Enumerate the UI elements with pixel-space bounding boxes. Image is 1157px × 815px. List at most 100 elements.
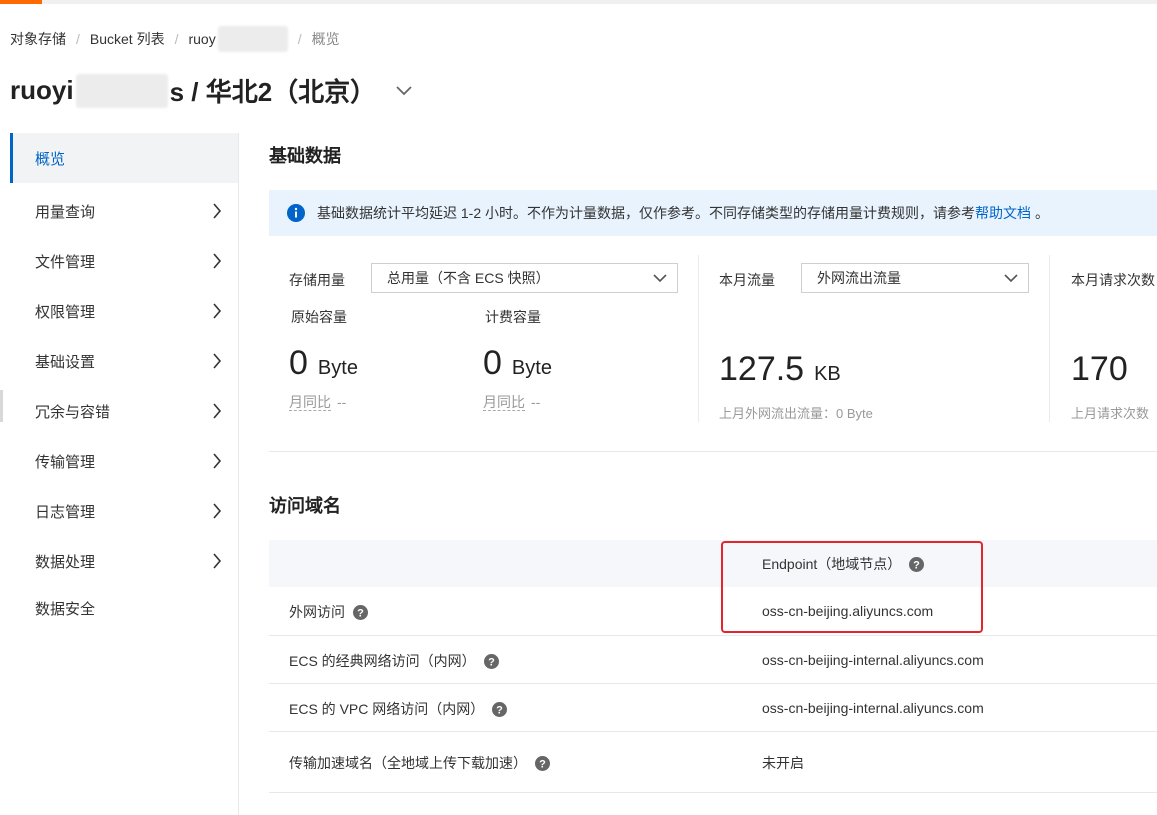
stat-divider [1049,255,1050,422]
highlight-annotation [721,541,983,633]
row-endpoint: 未开启 [762,755,804,771]
breadcrumb: 对象存储 / Bucket 列表 / ruoy / 概览 [10,26,340,52]
storage-usage-label: 存储用量 [289,272,345,288]
top-stripe [0,0,1157,4]
table-row: 传输加速域名（全地域上传下载加速） ? 未开启 [269,732,1157,793]
sidebar-divider [238,133,239,815]
help-icon[interactable]: ? [535,755,550,771]
last-month-requests: 上月请求次数 [1071,406,1150,421]
mom-value: -- [531,394,541,410]
monthly-traffic-label: 本月流量 [719,272,775,288]
table-header: Endpoint（地域节点） ? [269,540,1157,587]
breadcrumb-bucket[interactable]: ruoy [188,31,215,47]
info-icon [287,204,305,222]
redacted-bucket-name [217,26,288,52]
sidebar-item-transfer[interactable]: 传输管理 [10,436,238,486]
row-endpoint: oss-cn-beijing-internal.aliyuncs.com [762,652,984,668]
notice-banner: 基础数据统计平均延迟 1-2 小时。不作为计量数据，仅作参考。不同存储类型的存储… [269,190,1157,236]
monthly-requests-value: 170 [1071,350,1128,388]
help-icon[interactable]: ? [353,604,368,620]
row-name: 外网访问 ? [289,602,368,622]
notice-end: 。 [1035,205,1050,221]
help-icon[interactable]: ? [492,701,508,717]
breadcrumb-current: 概览 [311,31,340,47]
monthly-traffic-value: 127.5 KB [719,352,841,386]
chevron-down-icon[interactable] [396,85,412,96]
last-month-traffic: 上月外网流出流量：0 Byte [719,406,873,421]
sidebar-item-label: 数据安全 [35,600,96,618]
row-name: ECS 的经典网络访问（内网） ? [289,651,499,671]
sidebar-item-label: 数据处理 [35,553,96,571]
traffic-type-select-value: 外网流出流量 [817,270,901,286]
row-name-label: ECS 的经典网络访问（内网） [289,653,476,669]
raw-capacity-number: 0 [289,344,308,382]
monthly-traffic-unit: KB [814,363,841,385]
redacted-title [75,73,168,108]
stat-divider [698,255,699,422]
sidebar-item-permissions[interactable]: 权限管理 [10,286,238,336]
breadcrumb-separator: / [297,31,302,47]
sidebar-item-logs[interactable]: 日志管理 [10,486,238,536]
row-endpoint: oss-cn-beijing-internal.aliyuncs.com [762,700,984,716]
monthly-requests-label: 本月请求次数 [1071,272,1155,288]
sidebar-item-basic-settings[interactable]: 基础设置 [10,336,238,386]
sidebar-item-data-processing[interactable]: 数据处理 [10,536,238,586]
sidebar-item-label: 用量查询 [35,203,96,221]
billed-capacity-label: 计费容量 [485,309,541,325]
billed-capacity-mom: 月同比 -- [483,392,540,412]
sidebar-item-redundancy[interactable]: 冗余与容错 [10,386,238,436]
sidebar-item-label: 文件管理 [35,253,96,271]
storage-usage-select[interactable]: 总用量（不含 ECS 快照） [371,263,678,293]
svg-text:?: ? [357,607,364,619]
billed-capacity-number: 0 [483,344,502,382]
sidebar-item-label: 权限管理 [35,303,96,321]
svg-text:?: ? [488,656,495,668]
billed-capacity-unit: Byte [511,357,552,379]
row-name-label: 外网访问 [289,604,345,620]
breadcrumb-separator: / [174,31,179,47]
sidebar-item-label: 日志管理 [35,503,96,521]
chevron-right-icon [213,353,222,369]
breadcrumb-object-storage[interactable]: 对象存储 [10,29,66,49]
section-title-basic-data: 基础数据 [269,146,341,166]
sidebar-collapse-handle[interactable] [0,390,3,422]
sidebar-item-data-security[interactable]: 数据安全 [10,583,238,633]
sidebar-item-files[interactable]: 文件管理 [10,236,238,286]
mom-value: -- [337,394,347,410]
section-title-access-domain: 访问域名 [269,496,341,516]
table-row: ECS 的 VPC 网络访问（内网） ? oss-cn-beijing-inte… [269,684,1157,732]
sidebar-item-usage[interactable]: 用量查询 [10,186,238,236]
billed-capacity-value: 0 Byte [483,346,552,380]
help-icon[interactable]: ? [483,653,499,669]
brand-accent [0,0,42,4]
sidebar-item-label: 概览 [35,150,66,168]
section-divider [269,451,1157,452]
row-name: 传输加速域名（全地域上传下载加速） ? [289,753,550,773]
chevron-right-icon [213,553,222,569]
raw-capacity-value: 0 Byte [289,346,358,380]
mom-label: 月同比 [483,394,525,411]
sidebar-item-label: 冗余与容错 [35,403,111,421]
page-title-prefix: ruoyi [10,75,74,105]
breadcrumb-bucket-list[interactable]: Bucket 列表 [90,29,165,49]
chevron-down-icon [1004,273,1018,282]
storage-usage-select-value: 总用量（不含 ECS 快照） [387,270,550,286]
help-doc-link[interactable]: 帮助文档 [975,203,1031,223]
mom-label: 月同比 [289,394,331,411]
chevron-down-icon [653,273,667,282]
chevron-right-icon [213,303,222,319]
table-row: ECS 的经典网络访问（内网） ? oss-cn-beijing-interna… [269,636,1157,684]
monthly-traffic-number: 127.5 [719,350,805,388]
traffic-type-select[interactable]: 外网流出流量 [801,263,1029,293]
svg-text:?: ? [539,758,546,770]
breadcrumb-separator: / [76,31,80,47]
chevron-right-icon [213,253,222,269]
raw-capacity-mom: 月同比 -- [289,392,346,412]
sidebar-item-overview[interactable]: 概览 [10,133,238,183]
chevron-right-icon [213,453,222,469]
table-row: 外网访问 ? oss-cn-beijing.aliyuncs.com [269,587,1157,636]
chevron-right-icon [213,203,222,219]
chevron-right-icon [213,503,222,519]
raw-capacity-label: 原始容量 [291,309,347,325]
sidebar-item-label: 基础设置 [35,353,96,371]
